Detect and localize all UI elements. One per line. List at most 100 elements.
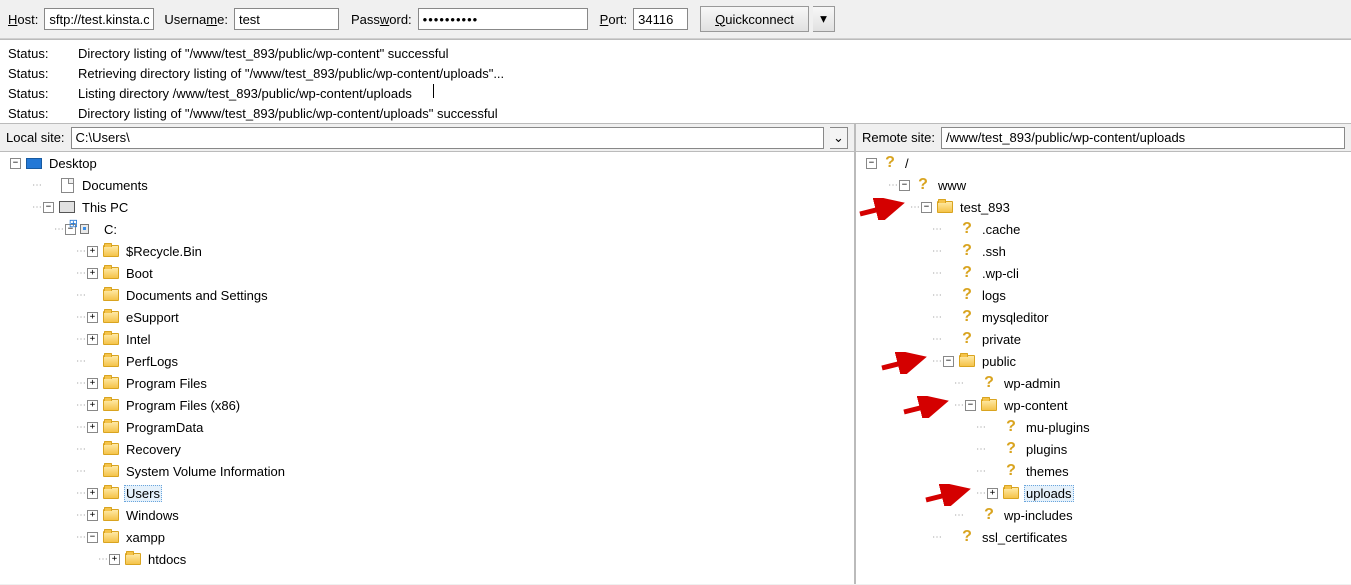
tree-node[interactable]: ⋯?mu-plugins [856,416,1351,438]
tree-node[interactable]: ⋯+$Recycle.Bin [0,240,854,262]
pc-icon [58,199,76,215]
tree-expander[interactable]: + [87,334,98,345]
tree-node[interactable]: ⋯System Volume Information [0,460,854,482]
tree-expander[interactable]: − [866,158,877,169]
tree-connector-icon: ⋯ [32,180,41,191]
tree-node[interactable]: ⋯−⊞C: [0,218,854,240]
tree-node[interactable]: ⋯?wp-admin [856,372,1351,394]
tree-node[interactable]: ⋯+Windows [0,504,854,526]
tree-node[interactable]: ⋯+Program Files (x86) [0,394,854,416]
tree-node[interactable]: ⋯+ProgramData [0,416,854,438]
local-site-input[interactable] [71,127,824,149]
tree-node-label: www [936,178,968,193]
quickconnect-dropdown-button[interactable]: ▾ [813,6,835,32]
tree-expander[interactable]: − [43,202,54,213]
tree-node[interactable]: ⋯−test_893 [856,196,1351,218]
tree-expander[interactable]: + [987,488,998,499]
port-input[interactable] [633,8,688,30]
folder-icon [102,331,120,347]
folder-icon [958,353,976,369]
tree-node[interactable]: ⋯−xampp [0,526,854,548]
tree-connector-icon: ⋯ [76,290,85,301]
tree-expander[interactable]: + [87,422,98,433]
tree-expander[interactable]: + [109,554,120,565]
tree-node-label: xampp [124,530,167,545]
tree-node[interactable]: ⋯+uploads [856,482,1351,504]
tree-node[interactable]: ⋯?logs [856,284,1351,306]
tree-node[interactable]: ⋯?ssl_certificates [856,526,1351,548]
tree-expander[interactable]: − [10,158,21,169]
tree-connector-icon: ⋯ [976,466,985,477]
log-text: Listing directory /www/test_893/public/w… [78,84,412,104]
tree-expander[interactable]: + [87,510,98,521]
tree-node-label: wp-includes [1002,508,1075,523]
local-site-dropdown-button[interactable]: ⌄ [830,127,848,149]
tree-node[interactable]: ⋯?plugins [856,438,1351,460]
tree-node[interactable]: ⋯+Boot [0,262,854,284]
document-icon [58,177,76,193]
tree-expander[interactable]: + [87,312,98,323]
tree-expander[interactable]: − [899,180,910,191]
tree-expander[interactable]: + [87,246,98,257]
folder-icon [102,529,120,545]
question-icon: ? [1002,441,1020,457]
tree-connector-icon: ⋯ [954,400,963,411]
tree-node[interactable]: ⋯+ eSupport [0,306,854,328]
tree-expander[interactable]: − [921,202,932,213]
tree-expander[interactable]: − [87,532,98,543]
red-arrow-icon [880,352,930,374]
tree-node[interactable]: ⋯+htdocs [0,548,854,570]
tree-expander[interactable]: + [87,378,98,389]
tree-node[interactable]: ⋯+Intel [0,328,854,350]
tree-node[interactable]: ⋯+Users [0,482,854,504]
local-tree[interactable]: −Desktop⋯Documents⋯−This PC⋯−⊞C:⋯+$Recyc… [0,152,855,584]
tree-connector-icon: ⋯ [932,312,941,323]
username-input[interactable] [234,8,339,30]
question-icon: ? [1002,463,1020,479]
tree-node[interactable]: ⋯+Program Files [0,372,854,394]
quickconnect-button[interactable]: QQuickconnectuickconnect [700,6,809,32]
tree-node[interactable]: ⋯−public [856,350,1351,372]
folder-icon [936,199,954,215]
log-row: Status: Directory listing of "/www/test_… [8,104,1343,124]
tree-node[interactable]: ⋯−wp-content [856,394,1351,416]
remote-site-input[interactable] [941,127,1345,149]
tree-expander[interactable]: + [87,488,98,499]
password-input[interactable] [418,8,588,30]
tree-connector-icon: ⋯ [76,466,85,477]
tree-node[interactable]: −?/ [856,152,1351,174]
tree-node[interactable]: ⋯?wp-includes [856,504,1351,526]
tree-node-label: Program Files (x86) [124,398,242,413]
tree-expander[interactable]: + [87,400,98,411]
tree-node[interactable]: ⋯−?www [856,174,1351,196]
tree-node-label: eSupport [124,310,181,325]
tree-node-label: This PC [80,200,130,215]
tree-node[interactable]: ⋯Documents [0,174,854,196]
tree-expander[interactable]: + [87,268,98,279]
tree-node-label: htdocs [146,552,188,567]
tree-node[interactable]: ⋯Recovery [0,438,854,460]
tree-connector-icon: ⋯ [76,312,85,323]
tree-node[interactable]: ⋯?mysqleditor [856,306,1351,328]
tree-expander[interactable]: − [965,400,976,411]
tree-node[interactable]: ⋯− This PC [0,196,854,218]
username-label: Username: [164,12,228,27]
tree-node[interactable]: ⋯Documents and Settings [0,284,854,306]
tree-node[interactable]: ⋯?themes [856,460,1351,482]
tree-node[interactable]: ⋯?.ssh [856,240,1351,262]
chevron-down-icon: ⌄ [833,130,844,146]
log-text: Directory listing of "/www/test_893/publ… [78,104,498,124]
remote-tree[interactable]: −?/⋯−?www⋯−test_893⋯?.cache⋯?.ssh⋯?.wp-c… [855,152,1351,584]
host-input[interactable] [44,8,154,30]
tree-node[interactable]: −Desktop [0,152,854,174]
log-label: Status: [8,104,58,124]
host-label: Host: [8,12,38,27]
tree-node[interactable]: ⋯?.wp-cli [856,262,1351,284]
tree-connector-icon: ⋯ [32,202,41,213]
tree-node[interactable]: ⋯PerfLogs [0,350,854,372]
tree-connector-icon: ⋯ [76,422,85,433]
tree-node[interactable]: ⋯?.cache [856,218,1351,240]
tree-node[interactable]: ⋯?private [856,328,1351,350]
tree-expander[interactable]: − [943,356,954,367]
folder-icon [102,353,120,369]
